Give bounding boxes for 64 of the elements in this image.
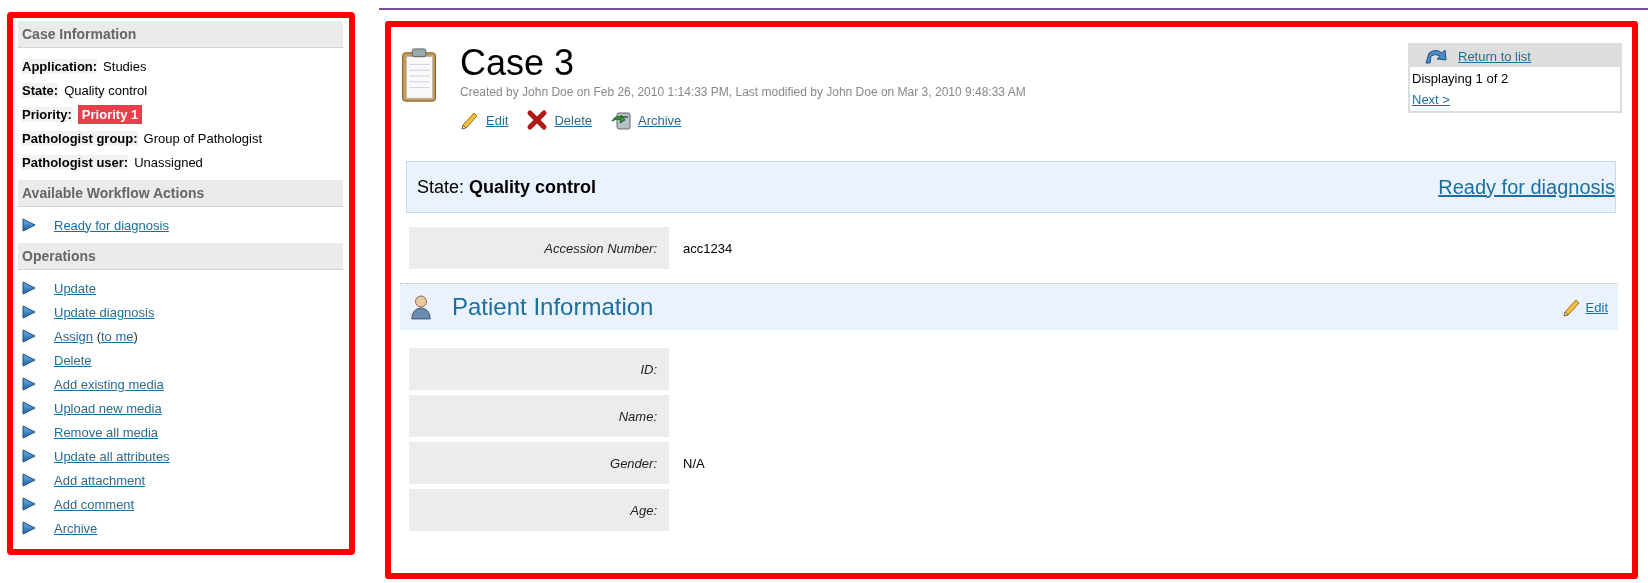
section-header: Case Information (18, 21, 343, 48)
action-link[interactable]: Remove all media (54, 424, 159, 440)
action-link[interactable]: Update all attributes (54, 448, 170, 464)
field-value: Quality control (64, 82, 148, 98)
field-label: Application: (22, 58, 98, 74)
field-value: N/A (683, 455, 705, 471)
action-link[interactable]: Add attachment (54, 472, 146, 488)
action-link[interactable]: Add existing media (54, 376, 164, 392)
field-label: Pathologist group: (22, 130, 138, 146)
field-label: Name: (409, 395, 669, 437)
next-link[interactable]: Next > (1412, 92, 1450, 107)
triangle-icon (22, 305, 36, 319)
action-link[interactable]: Update (54, 280, 96, 296)
triangle-icon (22, 218, 36, 232)
triangle-icon (22, 401, 36, 415)
link-punctuation: ( (95, 328, 101, 344)
priority-badge: Priority 1 (77, 104, 143, 124)
field-label: Accession Number: (409, 227, 669, 269)
field-value: Studies (103, 58, 147, 74)
case-meta: Created by John Doe on Feb 26, 2010 1:14:33 PM, Last modified by John Doe on Mar 3, 2010 9:48:33 AM (460, 85, 1027, 99)
field-value: Group of Pathologist (143, 130, 263, 146)
person-icon (410, 294, 432, 320)
workflow-link[interactable]: Ready for diagnosis (1438, 175, 1615, 199)
action-link[interactable]: Ready for diagnosis (54, 217, 169, 233)
triangle-icon (22, 353, 36, 367)
field-label: Priority: (22, 106, 72, 122)
field-label: Pathologist user: (22, 154, 129, 170)
pager-status: Displaying 1 of 2 (1412, 71, 1510, 86)
action-link[interactable]: Archive (638, 112, 682, 128)
return-arrow-icon (1424, 47, 1448, 65)
action-link[interactable]: Delete (554, 112, 592, 128)
triangle-icon (22, 449, 36, 463)
triangle-icon (22, 497, 36, 511)
action-link[interactable]: Upload new media (54, 400, 162, 416)
triangle-icon (22, 377, 36, 391)
field-label: Age: (409, 489, 669, 531)
action-link[interactable]: Edit (486, 112, 509, 128)
cross-icon (526, 109, 549, 131)
state-text: State: Quality control (417, 176, 597, 198)
field-value: acc1234 (683, 240, 733, 256)
action-link[interactable]: Add comment (54, 496, 135, 512)
section-header: Operations (18, 243, 343, 270)
field-label: ID: (409, 348, 669, 390)
section-title: Patient Information (452, 293, 655, 321)
section-header: Available Workflow Actions (18, 180, 343, 207)
action-link[interactable]: to me (101, 328, 134, 344)
action-link[interactable]: Delete (54, 352, 92, 368)
field-label: Gender: (409, 442, 669, 484)
action-link[interactable]: Assign (54, 328, 94, 344)
pencil-icon (460, 110, 480, 130)
case-title: Case 3 (460, 43, 576, 83)
edit-link[interactable]: Edit (1585, 299, 1608, 315)
field-value: Unassigned (134, 154, 203, 170)
triangle-icon (22, 425, 36, 439)
triangle-icon (22, 521, 36, 535)
field-label: State: (22, 82, 59, 98)
archive-icon (610, 109, 632, 131)
link-punctuation: ) (133, 328, 138, 344)
triangle-icon (22, 281, 36, 295)
triangle-icon (22, 329, 36, 343)
action-link[interactable]: Archive (54, 520, 98, 536)
pencil-icon (1561, 297, 1582, 317)
action-link[interactable]: Update diagnosis (54, 304, 155, 320)
triangle-icon (22, 473, 36, 487)
